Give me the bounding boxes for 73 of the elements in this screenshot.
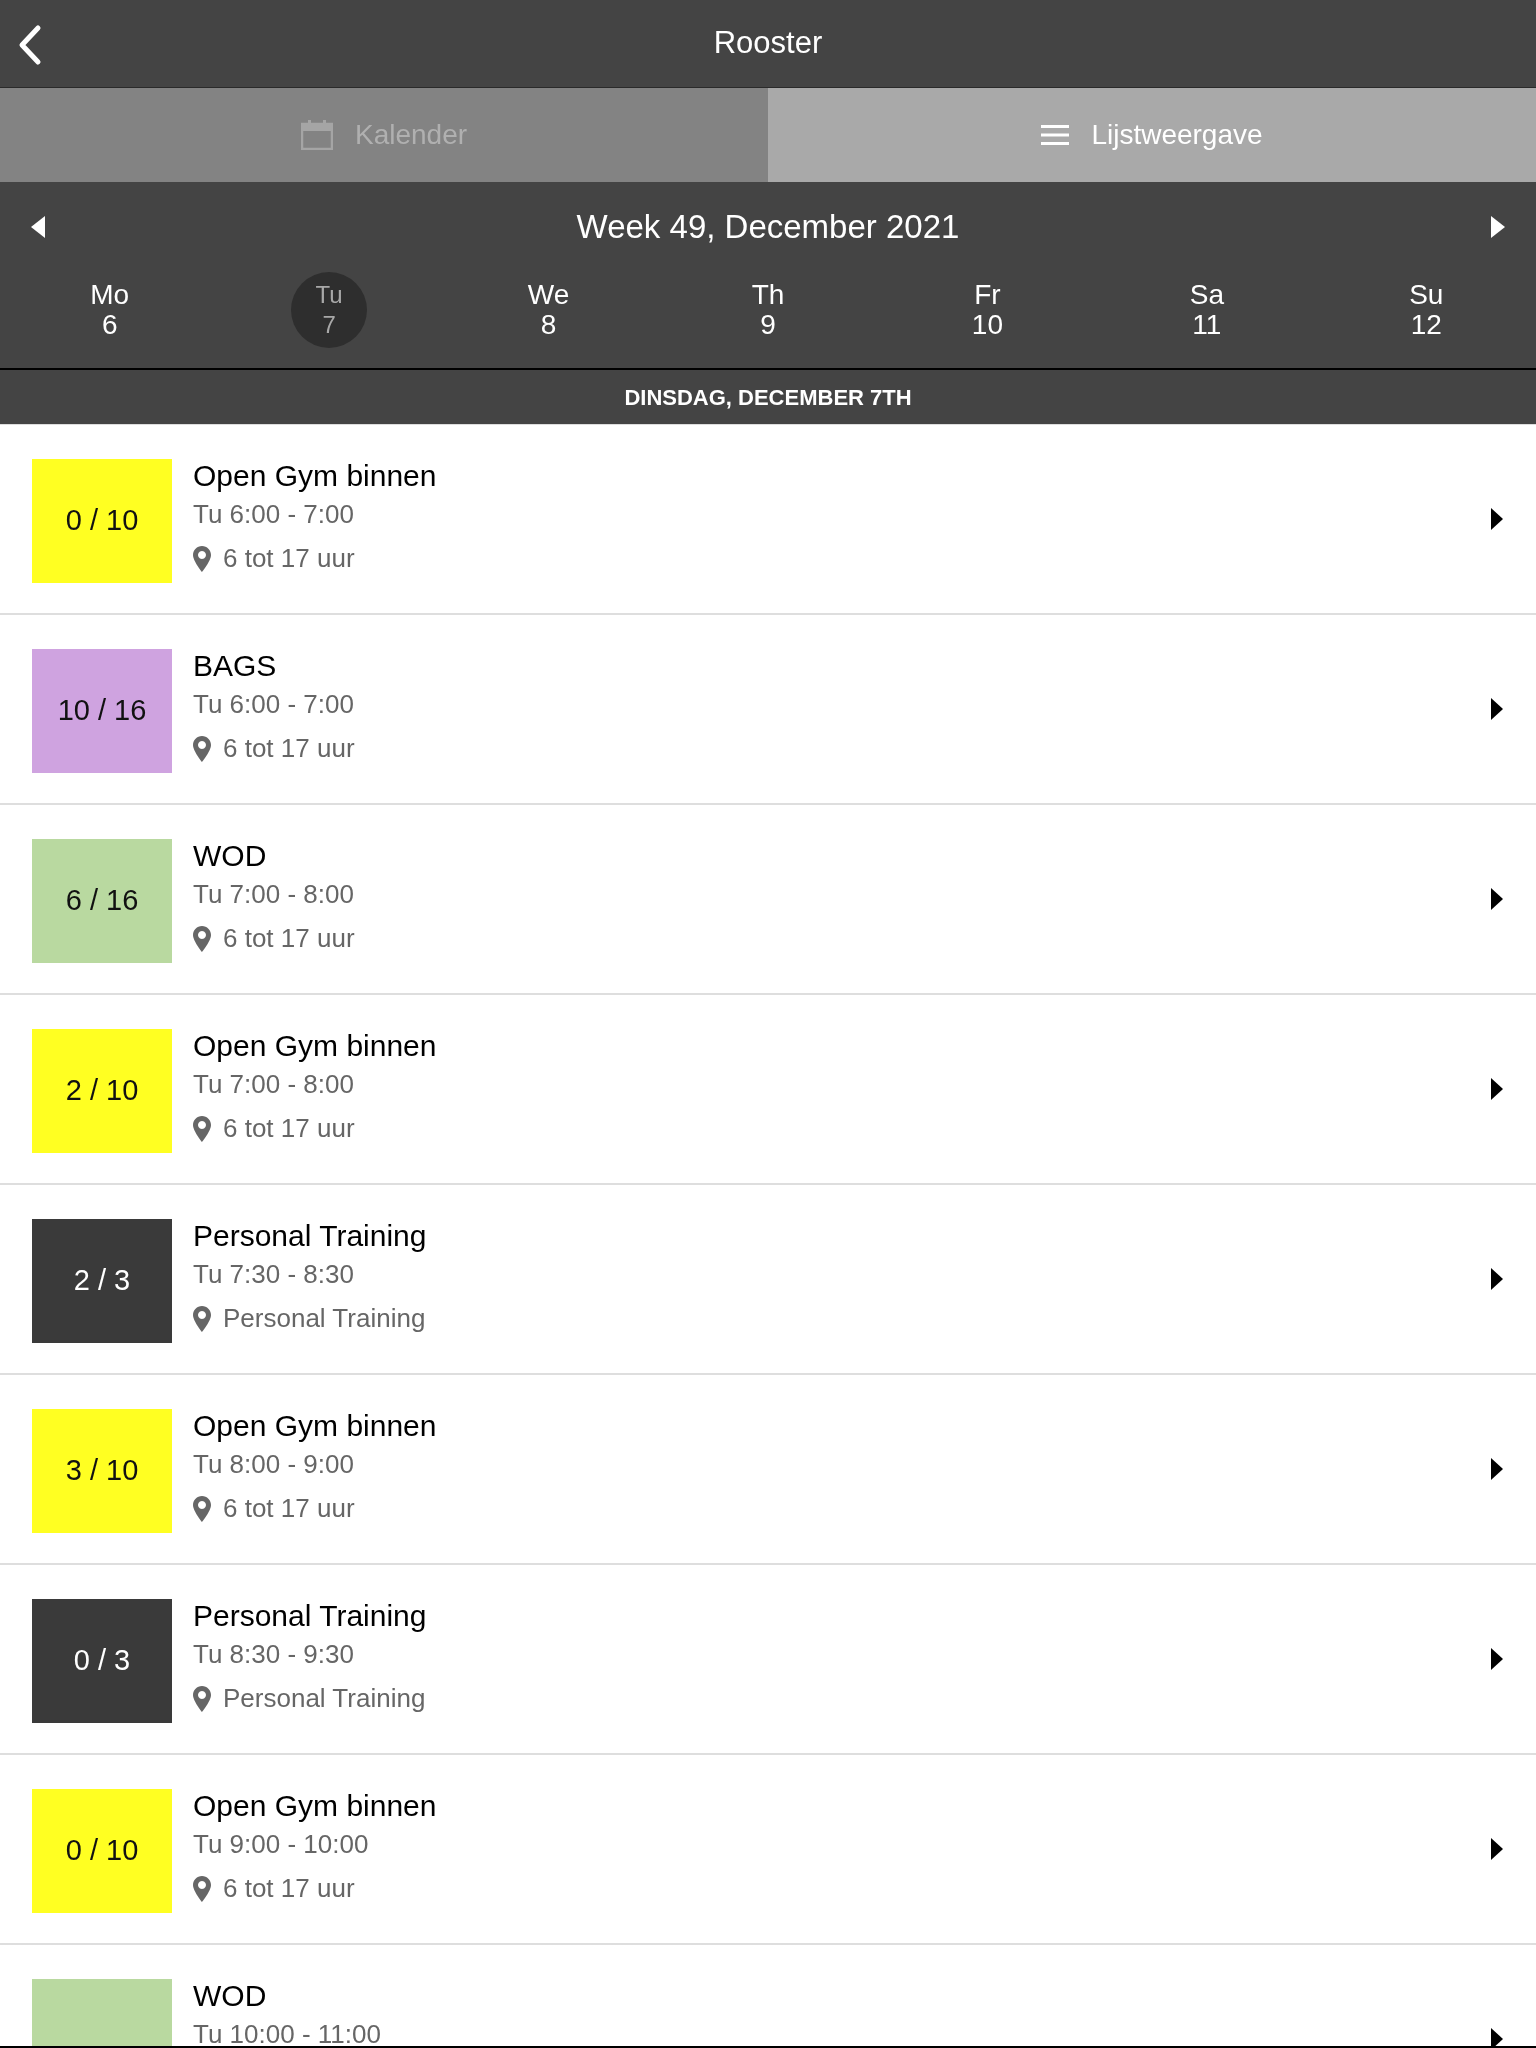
location-pin-icon xyxy=(193,1685,211,1712)
capacity-badge: 3 / 10 xyxy=(32,1409,172,1533)
class-location: 6 tot 17 uur xyxy=(223,542,355,575)
class-title: Personal Training xyxy=(193,1218,427,1254)
class-time: Tu 8:30 - 9:30 xyxy=(193,1638,355,1671)
chevron-icon xyxy=(1490,1457,1504,1481)
previous-icon[interactable] xyxy=(30,215,46,239)
class-row[interactable]: 6 / 16 WOD Tu 7:00 - 8:00 6 tot 17 uur xyxy=(0,805,1536,995)
capacity-badge: 0 / 10 xyxy=(32,459,172,583)
capacity-badge: 2 / 3 xyxy=(32,1219,172,1343)
day-button[interactable]: Mo 6 xyxy=(71,272,148,348)
day-button[interactable]: Fr 10 xyxy=(949,272,1026,348)
class-location: Personal Training xyxy=(223,1682,426,1715)
class-row[interactable]: 0 / 10 Open Gym binnen Tu 9:00 - 10:00 6 tot 17 uur xyxy=(0,1755,1536,1945)
class-location: 6 tot 17 uur xyxy=(223,1492,355,1525)
class-location: 6 tot 17 uur xyxy=(223,732,355,765)
class-time: Tu 6:00 - 7:00 xyxy=(193,688,355,721)
class-location: 6 tot 17 uur xyxy=(223,1872,355,1905)
screen-title: Rooster xyxy=(713,24,823,63)
day-button[interactable]: Sa 11 xyxy=(1168,272,1245,348)
chevron-icon xyxy=(1490,697,1504,721)
menu-icon xyxy=(1041,124,1070,146)
location-pin-icon xyxy=(193,1875,211,1902)
class-row[interactable]: 0 / 3 Personal Training Tu 8:30 - 9:30 Personal Training xyxy=(0,1565,1536,1755)
capacity-badge: 0 / 10 xyxy=(32,1789,172,1913)
capacity-badge: 0 / 3 xyxy=(32,1599,172,1723)
chevron-icon xyxy=(1490,507,1504,531)
location-pin-icon xyxy=(193,925,211,952)
class-row[interactable]: 2 / 10 Open Gym binnen Tu 7:00 - 8:00 6 tot 17 uur xyxy=(0,995,1536,1185)
location-pin-icon xyxy=(193,1495,211,1522)
day-button[interactable]: Su 12 xyxy=(1388,272,1465,348)
class-row[interactable]: 10 / 16 BAGS Tu 6:00 - 7:00 6 tot 17 uur xyxy=(0,615,1536,805)
next-icon[interactable] xyxy=(1490,215,1506,239)
calendar-icon xyxy=(300,120,333,150)
class-time: Tu 7:30 - 8:30 xyxy=(193,1258,355,1291)
class-time: Tu 7:00 - 8:00 xyxy=(193,1068,355,1101)
class-location: 6 tot 17 uur xyxy=(223,1112,355,1145)
location-pin-icon xyxy=(193,1305,211,1332)
capacity-badge: 10 / 16 xyxy=(32,649,172,773)
class-time: Tu 10:00 - 11:00 xyxy=(193,2018,381,2046)
class-time: Tu 6:00 - 7:00 xyxy=(193,498,355,531)
class-title: Open Gym binnen xyxy=(193,1408,437,1444)
class-row[interactable]: 0 / 10 Open Gym binnen Tu 6:00 - 7:00 6 tot 17 uur xyxy=(0,425,1536,615)
class-location: 6 tot 17 uur xyxy=(223,922,355,955)
class-row[interactable]: 3 / 10 Open Gym binnen Tu 8:00 - 9:00 6 tot 17 uur xyxy=(0,1375,1536,1565)
class-location: Personal Training xyxy=(223,1302,426,1335)
class-title: WOD xyxy=(193,838,268,874)
day-button[interactable]: Tu 7 xyxy=(291,272,368,348)
location-pin-icon xyxy=(193,735,211,762)
chevron-icon xyxy=(1490,1077,1504,1101)
class-title: Personal Training xyxy=(193,1598,427,1634)
class-title: Open Gym binnen xyxy=(193,1028,437,1064)
location-pin-icon xyxy=(193,1115,211,1142)
week-title: Week 49, December 2021 xyxy=(576,207,960,248)
class-time: Tu 8:00 - 9:00 xyxy=(193,1448,355,1481)
class-title: Open Gym binnen xyxy=(193,1788,437,1824)
chevron-icon xyxy=(1490,1267,1504,1291)
chevron-icon xyxy=(1490,1837,1504,1861)
class-time: Tu 7:00 - 8:00 xyxy=(193,878,355,911)
capacity-badge: 2 / 10 xyxy=(32,1029,172,1153)
section-header: DINSDAG, DECEMBER 7TH xyxy=(624,383,912,412)
chevron-icon xyxy=(1490,1647,1504,1671)
day-button[interactable]: Th 9 xyxy=(730,272,806,348)
capacity-badge: 6 / 16 xyxy=(32,839,172,963)
class-row[interactable]: 2 / 3 Personal Training Tu 7:30 - 8:30 Personal Training xyxy=(0,1185,1536,1375)
class-title: WOD xyxy=(193,1978,268,2014)
class-time: Tu 9:00 - 10:00 xyxy=(193,1828,370,1861)
class-title: Open Gym binnen xyxy=(193,458,437,494)
class-row[interactable]: WOD Tu 10:00 - 11:00 xyxy=(0,1945,1536,2046)
chevron-icon xyxy=(1490,887,1504,911)
location-pin-icon xyxy=(193,545,211,572)
class-title: BAGS xyxy=(193,648,278,684)
day-button[interactable]: We 8 xyxy=(510,272,587,348)
